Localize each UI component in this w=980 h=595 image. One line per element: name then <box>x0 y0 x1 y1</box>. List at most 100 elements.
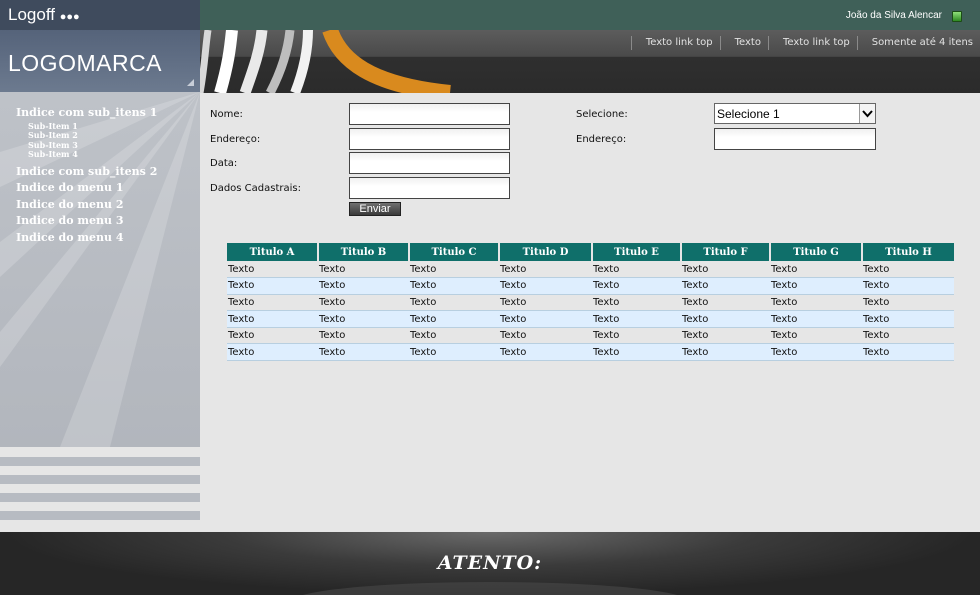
sidebar-item-menu-3[interactable]: Indice do menu 3 <box>16 213 157 230</box>
table-cell: Texto <box>409 343 499 362</box>
top-links: Texto link top Texto Texto link top Some… <box>630 30 980 56</box>
selecione-dropdown[interactable]: Selecione 1 <box>714 103 876 124</box>
logoff-link[interactable]: Logoff ●●● <box>8 5 80 25</box>
endereco-2-label: Endereço: <box>576 134 627 145</box>
table-cell: Texto <box>681 277 770 295</box>
table-cell: Texto <box>499 327 592 345</box>
table-cell: Texto <box>862 277 954 295</box>
toplink-2[interactable]: Texto <box>719 36 768 50</box>
table-row: Texto Texto Texto Texto Texto Texto Text… <box>227 327 954 345</box>
stripe <box>0 457 200 466</box>
table-cell: Texto <box>409 310 499 328</box>
table-cell: Texto <box>681 261 770 279</box>
table-cell: Texto <box>227 343 318 362</box>
stripe <box>0 475 200 484</box>
table-row: Texto Texto Texto Texto Texto Texto Text… <box>227 294 954 312</box>
column-header: Titulo D <box>499 243 593 261</box>
column-header: Titulo G <box>770 243 863 261</box>
table-cell: Texto <box>770 261 862 279</box>
table-row: Texto Texto Texto Texto Texto Texto Text… <box>227 277 954 295</box>
banner: Texto link top Texto Texto link top Some… <box>200 30 980 93</box>
logoff-bar: Logoff ●●● <box>0 0 200 30</box>
table-cell: Texto <box>770 310 862 328</box>
enviar-button[interactable]: Enviar <box>349 202 401 216</box>
table-cell: Texto <box>318 343 409 362</box>
table-cell: Texto <box>499 343 592 362</box>
toplink-4[interactable]: Somente até 4 itens <box>856 36 980 50</box>
column-header: Titulo A <box>227 243 319 261</box>
stripe <box>0 493 200 502</box>
table-cell: Texto <box>227 327 318 345</box>
table-cell: Texto <box>770 294 862 312</box>
user-name: João da Silva Alencar <box>845 10 942 21</box>
sidebar-item-sub-itens-2[interactable]: Indice com sub_itens 2 <box>16 164 157 181</box>
selecione-label: Selecione: <box>576 109 628 120</box>
table-cell: Texto <box>318 294 409 312</box>
top-bar: João da Silva Alencar <box>200 0 980 30</box>
table-header-row: Titulo A Titulo B Titulo C Titulo D Titu… <box>227 243 954 261</box>
toplink-3[interactable]: Texto link top <box>767 36 857 50</box>
table-row: Texto Texto Texto Texto Texto Texto Text… <box>227 310 954 328</box>
sidebar: Indice com sub_itens 1 Sub-Item 1 Sub-It… <box>0 92 200 447</box>
sidebar-sub-item-4[interactable]: Sub-Item 4 <box>28 149 157 160</box>
table-cell: Texto <box>227 310 318 328</box>
nome-label: Nome: <box>210 109 243 120</box>
logo-text: LOGOMARCA <box>8 50 163 76</box>
sidebar-item-menu-2[interactable]: Indice do menu 2 <box>16 197 157 214</box>
table-cell: Texto <box>499 310 592 328</box>
table-cell: Texto <box>499 294 592 312</box>
column-header: Titulo F <box>681 243 771 261</box>
dados-cadastrais-field[interactable] <box>349 177 510 199</box>
endereco-field[interactable] <box>349 128 510 150</box>
table-cell: Texto <box>770 277 862 295</box>
data-label: Data: <box>210 158 238 169</box>
table-cell: Texto <box>592 310 681 328</box>
sidebar-stripes <box>0 447 200 532</box>
footer: ATENTO: <box>0 532 980 595</box>
sidebar-sub-list: Sub-Item 1 Sub-Item 2 Sub-Item 3 Sub-Ite… <box>28 121 157 160</box>
sidebar-item-sub-itens-1[interactable]: Indice com sub_itens 1 <box>16 105 157 122</box>
stripe <box>0 511 200 520</box>
chevron-down-icon[interactable] <box>859 104 875 123</box>
table-row: Texto Texto Texto Texto Texto Texto Text… <box>227 261 954 279</box>
column-header: Titulo H <box>862 243 954 261</box>
table-cell: Texto <box>227 261 318 279</box>
table-cell: Texto <box>227 277 318 295</box>
table-cell: Texto <box>409 261 499 279</box>
table-cell: Texto <box>592 327 681 345</box>
data-table: Titulo A Titulo B Titulo C Titulo D Titu… <box>227 243 954 362</box>
logoff-label[interactable]: Logoff <box>8 5 55 24</box>
table-cell: Texto <box>770 343 862 362</box>
column-header: Titulo B <box>318 243 410 261</box>
sidebar-item-menu-1[interactable]: Indice do menu 1 <box>16 180 157 197</box>
table-cell: Texto <box>681 327 770 345</box>
table-cell: Texto <box>227 294 318 312</box>
toplink-1[interactable]: Texto link top <box>630 36 720 50</box>
column-header: Titulo E <box>592 243 682 261</box>
nome-field[interactable] <box>349 103 510 125</box>
endereco-label: Endereço: <box>210 134 261 145</box>
table-cell: Texto <box>681 343 770 362</box>
corner-triangle-icon <box>187 79 194 86</box>
table-row: Texto Texto Texto Texto Texto Texto Text… <box>227 343 954 362</box>
dados-cadastrais-label: Dados Cadastrais: <box>210 183 301 194</box>
table-cell: Texto <box>592 261 681 279</box>
table-cell: Texto <box>409 277 499 295</box>
footer-brand-logo: ATENTO: <box>437 552 543 574</box>
table-cell: Texto <box>409 294 499 312</box>
table-cell: Texto <box>318 277 409 295</box>
table-cell: Texto <box>318 327 409 345</box>
table-cell: Texto <box>862 261 954 279</box>
table-cell: Texto <box>592 294 681 312</box>
status-indicator-icon <box>952 11 962 22</box>
table-cell: Texto <box>681 310 770 328</box>
table-cell: Texto <box>499 277 592 295</box>
footer-arc-graphic <box>290 582 690 595</box>
sidebar-menu: Indice com sub_itens 1 Sub-Item 1 Sub-It… <box>16 105 157 246</box>
table-cell: Texto <box>862 294 954 312</box>
sidebar-item-menu-4[interactable]: Indice do menu 4 <box>16 230 157 247</box>
data-field[interactable] <box>349 152 510 174</box>
column-header: Titulo C <box>409 243 500 261</box>
endereco-2-field[interactable] <box>714 128 876 150</box>
table-cell: Texto <box>592 277 681 295</box>
